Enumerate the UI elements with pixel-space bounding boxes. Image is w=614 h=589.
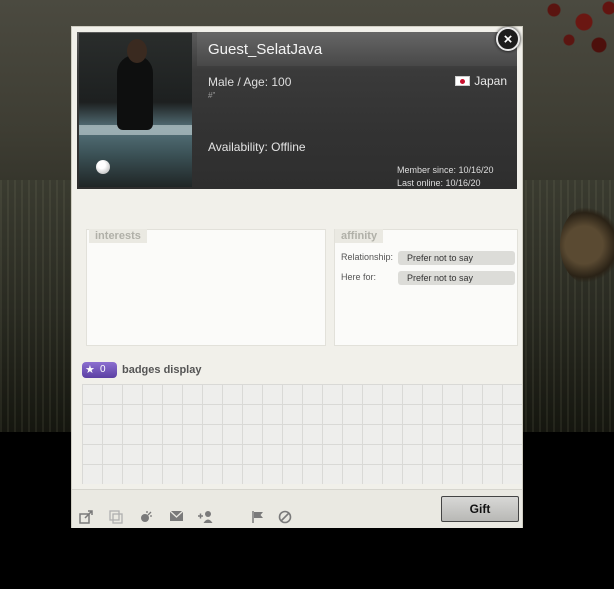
block-icon[interactable] xyxy=(277,510,293,526)
last-online: Last online: 10/16/20 xyxy=(397,178,481,188)
external-link-icon[interactable] xyxy=(78,510,94,526)
profile-hash: #" xyxy=(208,91,216,100)
badges-label: badges display xyxy=(122,364,202,376)
relationship-value: Prefer not to say xyxy=(398,251,515,265)
interests-title: interests xyxy=(89,229,147,243)
background-leaves xyxy=(524,0,614,80)
gift-sparkle-icon[interactable] xyxy=(138,510,154,526)
profile-dialog: Guest_SelatJava Male / Age: 100 #" Japan… xyxy=(71,26,523,528)
cue-ball xyxy=(96,160,110,174)
avatar-head xyxy=(127,39,147,63)
star-icon: ★ xyxy=(85,364,95,376)
action-bar: Gift xyxy=(72,489,522,528)
flag-icon[interactable] xyxy=(250,510,266,526)
japan-flag-icon xyxy=(455,76,471,86)
member-since: Member since: 10/16/20 xyxy=(397,165,494,175)
affinity-panel: affinity Relationship: Prefer not to say… xyxy=(334,229,518,346)
badge-count-pill[interactable]: ★ 0 xyxy=(82,362,117,378)
gender-age: Male / Age: 100 xyxy=(208,75,292,89)
country: Japan xyxy=(455,74,507,88)
background-object xyxy=(560,205,614,285)
mail-icon[interactable] xyxy=(168,510,184,526)
interests-panel: interests xyxy=(86,229,326,346)
copy-icon[interactable] xyxy=(108,510,124,526)
affinity-title: affinity xyxy=(335,229,384,243)
here-for-label: Here for: xyxy=(341,272,377,282)
avatar-person xyxy=(117,55,153,130)
badges-grid xyxy=(82,384,522,484)
badge-count: 0 xyxy=(100,364,106,375)
avatar[interactable] xyxy=(79,33,192,187)
close-button[interactable]: × xyxy=(496,27,520,51)
country-label: Japan xyxy=(474,74,507,88)
profile-header: Guest_SelatJava Male / Age: 100 #" Japan… xyxy=(77,32,517,189)
add-friend-icon[interactable] xyxy=(197,510,213,526)
relationship-label: Relationship: xyxy=(341,252,394,262)
gift-button[interactable]: Gift xyxy=(441,496,519,522)
here-for-value: Prefer not to say xyxy=(398,271,515,285)
availability-status: Availability: Offline xyxy=(208,140,306,154)
username: Guest_SelatJava xyxy=(208,41,323,58)
